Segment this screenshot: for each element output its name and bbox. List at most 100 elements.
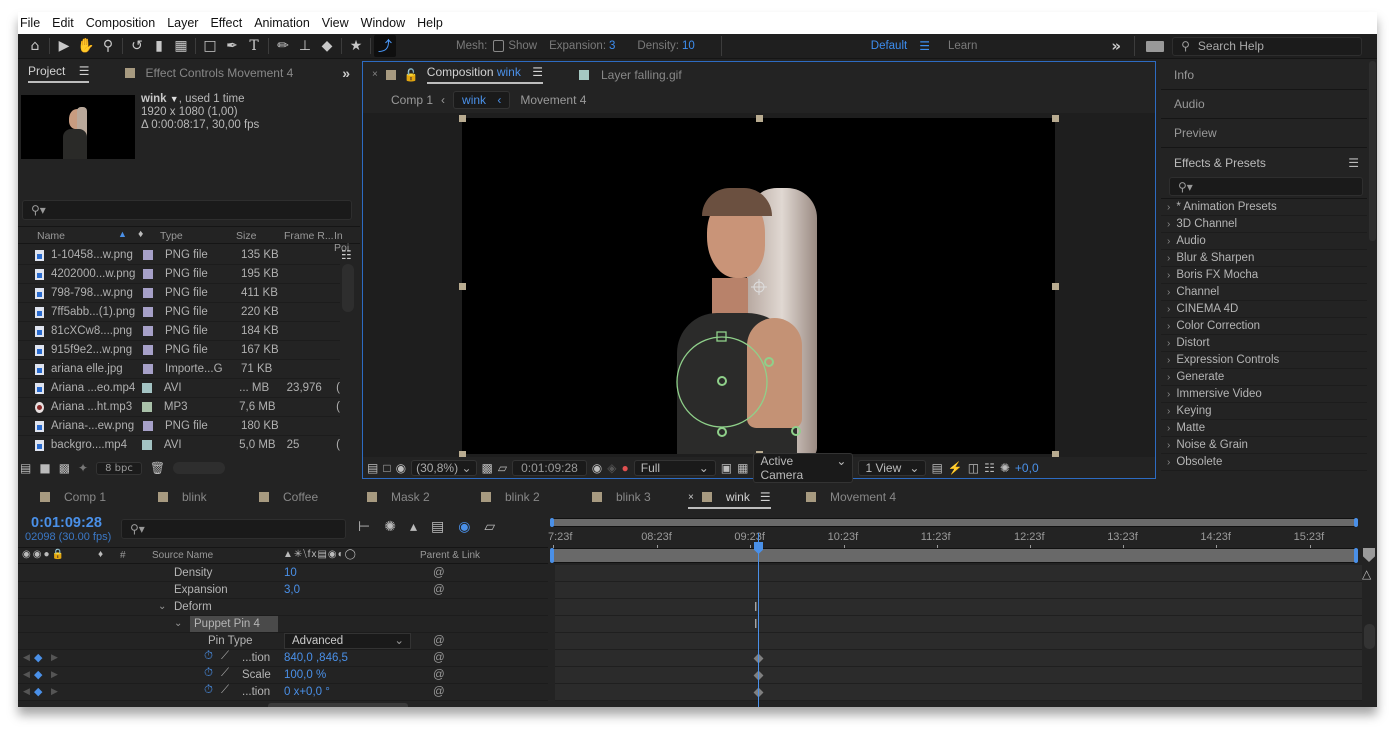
composition-viewer[interactable]	[462, 118, 1055, 454]
keyframe-toggle-icon[interactable]: ◆	[34, 651, 42, 664]
puppet-pin[interactable]	[791, 426, 801, 436]
selection-arrow-icon[interactable]: ▶	[53, 35, 75, 57]
layer-property-row[interactable]: Expansion 3,0 @	[18, 582, 548, 599]
layer-bounding-handle[interactable]	[755, 115, 763, 122]
work-area-start[interactable]	[550, 518, 554, 527]
graph-editor-icon[interactable]: ▱	[484, 519, 495, 535]
tab-project[interactable]: Project ☰	[28, 64, 90, 83]
current-time-display[interactable]: 0:01:09:28	[512, 459, 587, 476]
expression-pickwhip-icon[interactable]: @	[433, 635, 445, 647]
property-value[interactable]: 840,0 ,846,5	[284, 652, 348, 664]
layer-bounding-handle[interactable]	[1052, 115, 1059, 122]
next-keyframe-icon[interactable]: ▶	[51, 652, 58, 663]
panel-menu-icon[interactable]: ☰	[760, 490, 771, 504]
menu-help[interactable]: Help	[417, 16, 443, 30]
effect-category[interactable]: › Obsolete	[1161, 454, 1367, 471]
puppet-pin[interactable]	[764, 357, 774, 367]
timeline-lane[interactable]	[555, 667, 1362, 684]
layer-property-row[interactable]: ⌄ Deform	[18, 599, 548, 616]
project-file-row[interactable]: ariana elle.jpg Importe...G 71 KB	[18, 360, 340, 379]
effects-search-input[interactable]: ⚲▾	[1169, 177, 1363, 196]
project-file-row[interactable]: Ariana ...ht.mp3 MP3 7,6 MB (	[18, 398, 340, 417]
motion-blur-icon[interactable]: ◉	[458, 519, 470, 535]
flowchart-icon[interactable]: ☷	[984, 461, 995, 475]
timeline-tab-wink[interactable]: × wink ☰	[688, 490, 771, 509]
timeline-tab-comp-1[interactable]: Comp 1	[40, 490, 106, 504]
layer-bounding-handle[interactable]	[459, 283, 466, 290]
new-folder-icon[interactable]: ■	[39, 461, 50, 475]
menu-edit[interactable]: Edit	[52, 16, 74, 30]
close-tab-icon[interactable]: ×	[372, 69, 378, 80]
menu-layer[interactable]: Layer	[167, 16, 198, 30]
timeline-lane[interactable]	[555, 633, 1362, 650]
keyframe-toggle-icon[interactable]: ◆	[34, 685, 42, 698]
camera-dropdown[interactable]: Active Camera ⌄	[753, 452, 854, 483]
title-safe-icon[interactable]: ▩	[482, 461, 493, 475]
show-mesh-checkbox[interactable]	[493, 40, 505, 52]
mask-visibility-icon[interactable]: ▱	[498, 461, 507, 475]
stopwatch-icon[interactable]: ⏱	[204, 667, 213, 680]
timeline-lane[interactable]	[555, 616, 1362, 633]
transparency-grid-icon[interactable]: ▦	[737, 461, 748, 475]
home-icon[interactable]: ⌂	[24, 35, 46, 57]
timeline-tab-coffee[interactable]: Coffee	[259, 490, 318, 504]
puppet-pin-icon[interactable]: ⤴	[374, 35, 396, 57]
project-hscrollbar[interactable]	[173, 462, 226, 474]
effect-category[interactable]: › CINEMA 4D	[1161, 301, 1367, 318]
layer-property-row[interactable]: Density 10 @	[18, 565, 548, 582]
breadcrumb-wink[interactable]: wink ‹	[453, 91, 511, 109]
layer-property-row[interactable]: ◀ ◆ ▶ ⏱ ⟋ ...tion 840,0 ,846,5 @	[18, 650, 548, 667]
comp-button-icon[interactable]: △	[1362, 567, 1371, 581]
timeline-tab-blink-2[interactable]: blink 2	[481, 490, 540, 504]
col-size[interactable]: Size	[236, 230, 256, 242]
views-dropdown[interactable]: 1 View ⌄	[858, 459, 927, 476]
graph-icon[interactable]: ⟋	[221, 650, 229, 663]
pan-behind-icon[interactable]: ▦	[170, 35, 192, 57]
menu-effect[interactable]: Effect	[210, 16, 242, 30]
roto-brush-icon[interactable]: ★	[345, 35, 367, 57]
camera-icon[interactable]: ▮	[148, 35, 170, 57]
layer-property-row[interactable]: ◀ ◆ ▶ ⏱ ⟋ Scale 100,0 % @	[18, 667, 548, 684]
timeline-icon[interactable]: ◫	[968, 461, 979, 475]
exposure-value[interactable]: +0,0	[1015, 461, 1039, 475]
label-swatch[interactable]	[142, 383, 152, 393]
effects-scrollbar[interactable]	[1369, 61, 1376, 241]
layer-bounding-handle[interactable]	[459, 115, 466, 122]
expansion-value[interactable]: 3	[609, 40, 615, 52]
project-scrollbar[interactable]	[342, 264, 354, 312]
timeline-lane[interactable]	[555, 684, 1362, 701]
label-swatch[interactable]	[143, 421, 153, 431]
label-swatch[interactable]	[143, 326, 153, 336]
render-settings-icon[interactable]: ✦	[78, 461, 88, 475]
fast-previews-icon[interactable]: ⚡	[948, 461, 963, 475]
bit-depth-button[interactable]: 8 bpc	[96, 461, 142, 475]
workspace-menu-icon[interactable]: ☰	[919, 39, 930, 53]
col-parent-link[interactable]: Parent & Link	[420, 550, 480, 561]
project-file-row[interactable]: 1-10458...w.png PNG file 135 KB	[18, 246, 340, 265]
effect-category[interactable]: › Immersive Video	[1161, 386, 1367, 403]
effect-category[interactable]: › Blur & Sharpen	[1161, 250, 1367, 267]
timeline-vscrollbar[interactable]	[1364, 624, 1375, 649]
timeline-lane[interactable]	[555, 582, 1362, 599]
puppet-pin[interactable]	[717, 427, 727, 437]
keyframe-toggle-icon[interactable]: ◆	[34, 668, 42, 681]
rectangle-icon[interactable]: □	[199, 35, 221, 57]
timeline-lane[interactable]	[555, 565, 1362, 582]
navigator-start[interactable]	[550, 548, 554, 563]
label-swatch[interactable]	[143, 364, 153, 374]
tab-layer[interactable]: Layer falling.gif	[601, 68, 682, 82]
label-swatch[interactable]	[143, 345, 153, 355]
resolution-dropdown[interactable]: Full ⌄	[633, 459, 716, 476]
workspace-learn[interactable]: Learn	[948, 40, 977, 52]
current-time[interactable]: 0:01:09:28	[31, 515, 102, 531]
stopwatch-icon[interactable]: ⏱	[204, 650, 213, 663]
breadcrumb-comp1[interactable]: Comp 1	[391, 93, 433, 107]
toggle-pixel-aspect-icon[interactable]: ▤	[931, 461, 942, 475]
expression-pickwhip-icon[interactable]: @	[433, 567, 445, 579]
navigator-end[interactable]	[1354, 548, 1358, 563]
stopwatch-icon[interactable]: ⏱	[204, 684, 213, 697]
project-file-row[interactable]: 7ff5abb...(1).png PNG file 220 KB	[18, 303, 340, 322]
flowchart-icon[interactable]: ☷	[341, 248, 352, 262]
hand-icon[interactable]: ✋	[75, 35, 97, 57]
effect-category[interactable]: › 3D Channel	[1161, 216, 1367, 233]
